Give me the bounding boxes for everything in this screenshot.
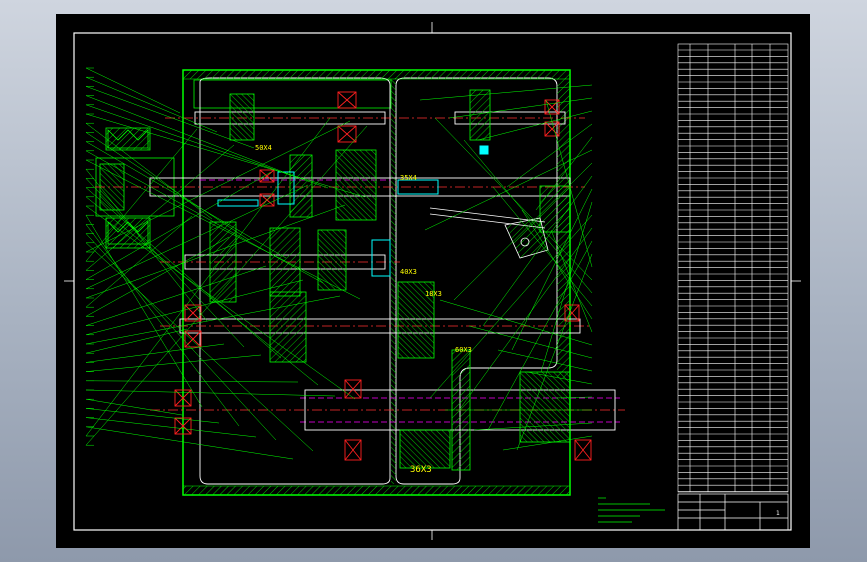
leader-line xyxy=(463,139,593,294)
label-60x3: 60X3 xyxy=(455,346,472,354)
label-35x4: 35X4 xyxy=(400,174,417,182)
leader-line xyxy=(85,76,218,133)
title-block: 1 xyxy=(677,493,789,531)
leader-line xyxy=(85,354,262,372)
leader-line xyxy=(85,233,277,441)
leader-line xyxy=(85,236,230,317)
leader-line xyxy=(85,389,336,397)
label-18x3: 18X3 xyxy=(425,290,442,298)
leader-line xyxy=(85,380,299,383)
label-40x3: 40X3 xyxy=(400,268,417,276)
leader-line xyxy=(85,343,225,363)
cad-viewport[interactable]: 36X3 40X3 18X3 60X3 50X4 35X4 1 xyxy=(0,0,867,562)
leader-line xyxy=(85,408,220,424)
parts-list-table xyxy=(677,43,789,493)
leader-line xyxy=(85,265,267,326)
leader-line xyxy=(85,426,294,460)
title-block-text: 1 xyxy=(776,510,780,517)
gearbox-assembly-drawing: 36X3 40X3 18X3 60X3 50X4 35X4 1 xyxy=(64,22,801,540)
leader-line xyxy=(85,417,257,438)
leader-line xyxy=(482,175,593,327)
leader-line xyxy=(85,67,181,114)
leader-line xyxy=(85,398,183,416)
v-belt-pulley xyxy=(95,127,175,249)
label-36x3: 36X3 xyxy=(410,465,432,475)
technical-notes xyxy=(598,497,665,523)
leader-line xyxy=(85,113,366,198)
shift-fork xyxy=(429,207,549,259)
label-50x4: 50X4 xyxy=(255,144,272,152)
leader-line xyxy=(85,150,324,284)
leader-line xyxy=(453,162,593,301)
leader-line xyxy=(477,110,593,141)
